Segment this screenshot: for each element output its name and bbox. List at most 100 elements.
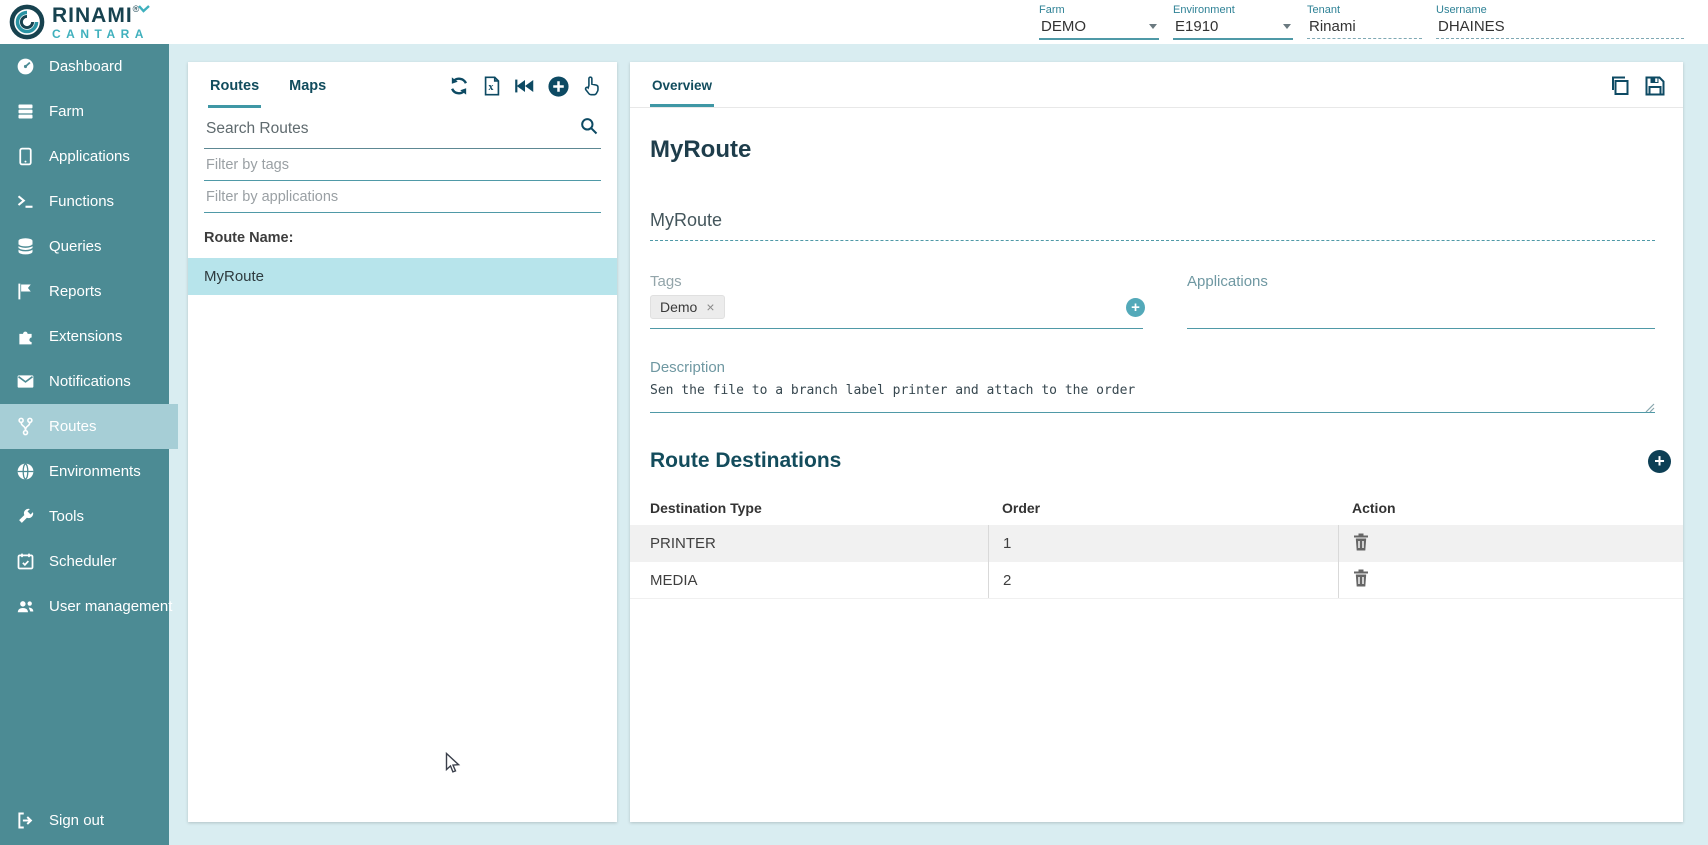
logo-check-icon [138, 1, 150, 17]
copy-icon[interactable] [1607, 74, 1631, 98]
destinations-table: Destination Type Order Action PRINTER 1 … [630, 491, 1683, 599]
filter-by-applications-input[interactable] [206, 189, 599, 205]
filter-by-tags-input[interactable] [206, 157, 599, 173]
sidebar-item-reports[interactable]: Reports [0, 269, 169, 314]
top-header: RINAMI® CANTARA Farm DEMO Environment [0, 0, 1708, 44]
description-textarea[interactable]: Sen the file to a branch label printer a… [650, 383, 1655, 413]
sidebar-item-notifications[interactable]: Notifications [0, 359, 169, 404]
route-detail-panel: Overview MyRoute MyRoute Tags Demo [630, 62, 1683, 822]
sidebar-item-label: User management [49, 598, 172, 615]
tab-maps[interactable]: Maps [287, 66, 328, 108]
farm-label: Farm [1039, 4, 1159, 16]
destinations-header-row: Route Destinations + [650, 449, 1655, 473]
column-destination-type: Destination Type [630, 500, 988, 516]
sidebar-item-environments[interactable]: Environments [0, 449, 169, 494]
svg-text:x: x [488, 82, 493, 93]
add-tag-button[interactable]: + [1126, 298, 1145, 317]
add-destination-button[interactable]: + [1648, 450, 1671, 473]
calendar-icon [14, 551, 36, 573]
tenant-field: Tenant Rinami [1307, 4, 1422, 39]
environment-value: E1910 [1175, 18, 1218, 35]
refresh-icon[interactable] [447, 74, 471, 98]
route-name-input[interactable]: MyRoute [650, 210, 1655, 241]
applications-input[interactable] [1187, 290, 1655, 329]
delete-destination-icon[interactable] [1353, 569, 1369, 591]
destination-action-cell [1338, 525, 1683, 562]
filter-applications-row [204, 181, 601, 213]
sidebar-nav: Dashboard Farm Applications Functions Qu [0, 44, 169, 845]
save-icon[interactable] [1643, 74, 1667, 98]
chevron-down-icon [1283, 24, 1291, 29]
hand-pointer-icon[interactable] [579, 74, 603, 98]
logo-subtitle: CANTARA [52, 28, 149, 40]
sidebar-item-label: Queries [49, 238, 102, 255]
sidebar-item-label: Functions [49, 193, 114, 210]
sidebar-item-farm[interactable]: Farm [0, 89, 169, 134]
excel-export-icon[interactable]: x [480, 74, 504, 98]
sidebar-item-queries[interactable]: Queries [0, 224, 169, 269]
server-icon [14, 101, 36, 123]
applications-label: Applications [1187, 273, 1655, 290]
destinations-table-header: Destination Type Order Action [630, 491, 1683, 525]
resize-grip-icon[interactable] [1645, 400, 1655, 410]
destination-row: PRINTER 1 [630, 525, 1683, 562]
detail-tabbar: Overview [630, 62, 1683, 108]
sign-out-icon [14, 810, 36, 832]
search-routes-input[interactable] [206, 120, 566, 138]
globe-icon [14, 461, 36, 483]
rewind-icon[interactable] [513, 74, 537, 98]
add-circle-icon[interactable] [546, 74, 570, 98]
search-icon[interactable] [579, 116, 599, 141]
chevron-down-icon [1149, 24, 1157, 29]
sidebar-item-sign-out[interactable]: Sign out [0, 798, 169, 843]
sidebar-item-label: Tools [49, 508, 84, 525]
delete-destination-icon[interactable] [1353, 533, 1369, 555]
destination-type-cell: PRINTER [630, 535, 988, 552]
tags-label: Tags [650, 273, 1143, 290]
puzzle-icon [14, 326, 36, 348]
database-icon [14, 236, 36, 258]
tablet-icon [14, 146, 36, 168]
username-label: Username [1436, 4, 1684, 16]
sidebar-item-routes[interactable]: Routes [0, 404, 178, 449]
envelope-icon [14, 371, 36, 393]
route-list-item[interactable]: MyRoute [188, 258, 617, 295]
destinations-heading: Route Destinations [650, 449, 841, 473]
sidebar-item-scheduler[interactable]: Scheduler [0, 539, 169, 584]
username-field: Username DHAINES [1436, 4, 1684, 39]
sidebar-item-applications[interactable]: Applications [0, 134, 169, 179]
search-routes-row [204, 110, 601, 149]
routes-list-panel: Routes Maps x [188, 62, 617, 822]
sidebar-item-functions[interactable]: Functions [0, 179, 169, 224]
environment-select[interactable]: E1910 [1173, 17, 1293, 40]
tenant-value: Rinami [1307, 17, 1422, 39]
app-logo: RINAMI® CANTARA [0, 3, 149, 41]
routes-toolbar: x [447, 74, 603, 108]
sidebar-item-dashboard[interactable]: Dashboard [0, 44, 169, 89]
destination-action-cell [1338, 562, 1683, 598]
sidebar-item-label: Scheduler [49, 553, 117, 570]
sidebar-item-label: Routes [49, 418, 97, 435]
remove-tag-icon[interactable]: × [706, 299, 714, 315]
sidebar-item-label: Sign out [49, 812, 104, 829]
sidebar-item-label: Notifications [49, 373, 131, 390]
farm-select-field: Farm DEMO [1039, 4, 1159, 40]
description-field: Description Sen the file to a branch lab… [650, 359, 1655, 413]
sidebar-item-tools[interactable]: Tools [0, 494, 169, 539]
farm-value: DEMO [1041, 18, 1086, 35]
sidebar-item-user-management[interactable]: User management [0, 584, 169, 629]
tags-chips-row[interactable]: Demo × [650, 295, 1143, 329]
detail-toolbar [1607, 74, 1667, 107]
tab-overview[interactable]: Overview [650, 66, 714, 107]
tab-routes[interactable]: Routes [208, 66, 261, 108]
route-branch-icon [14, 416, 36, 438]
sidebar-item-extensions[interactable]: Extensions [0, 314, 169, 359]
environment-select-field: Environment E1910 [1173, 4, 1293, 40]
terminal-icon [14, 191, 36, 213]
logo-title: RINAMI [52, 4, 133, 27]
environment-label: Environment [1173, 4, 1293, 16]
sidebar-item-label: Farm [49, 103, 84, 120]
farm-select[interactable]: DEMO [1039, 17, 1159, 40]
column-action: Action [1338, 500, 1683, 516]
flag-icon [14, 281, 36, 303]
